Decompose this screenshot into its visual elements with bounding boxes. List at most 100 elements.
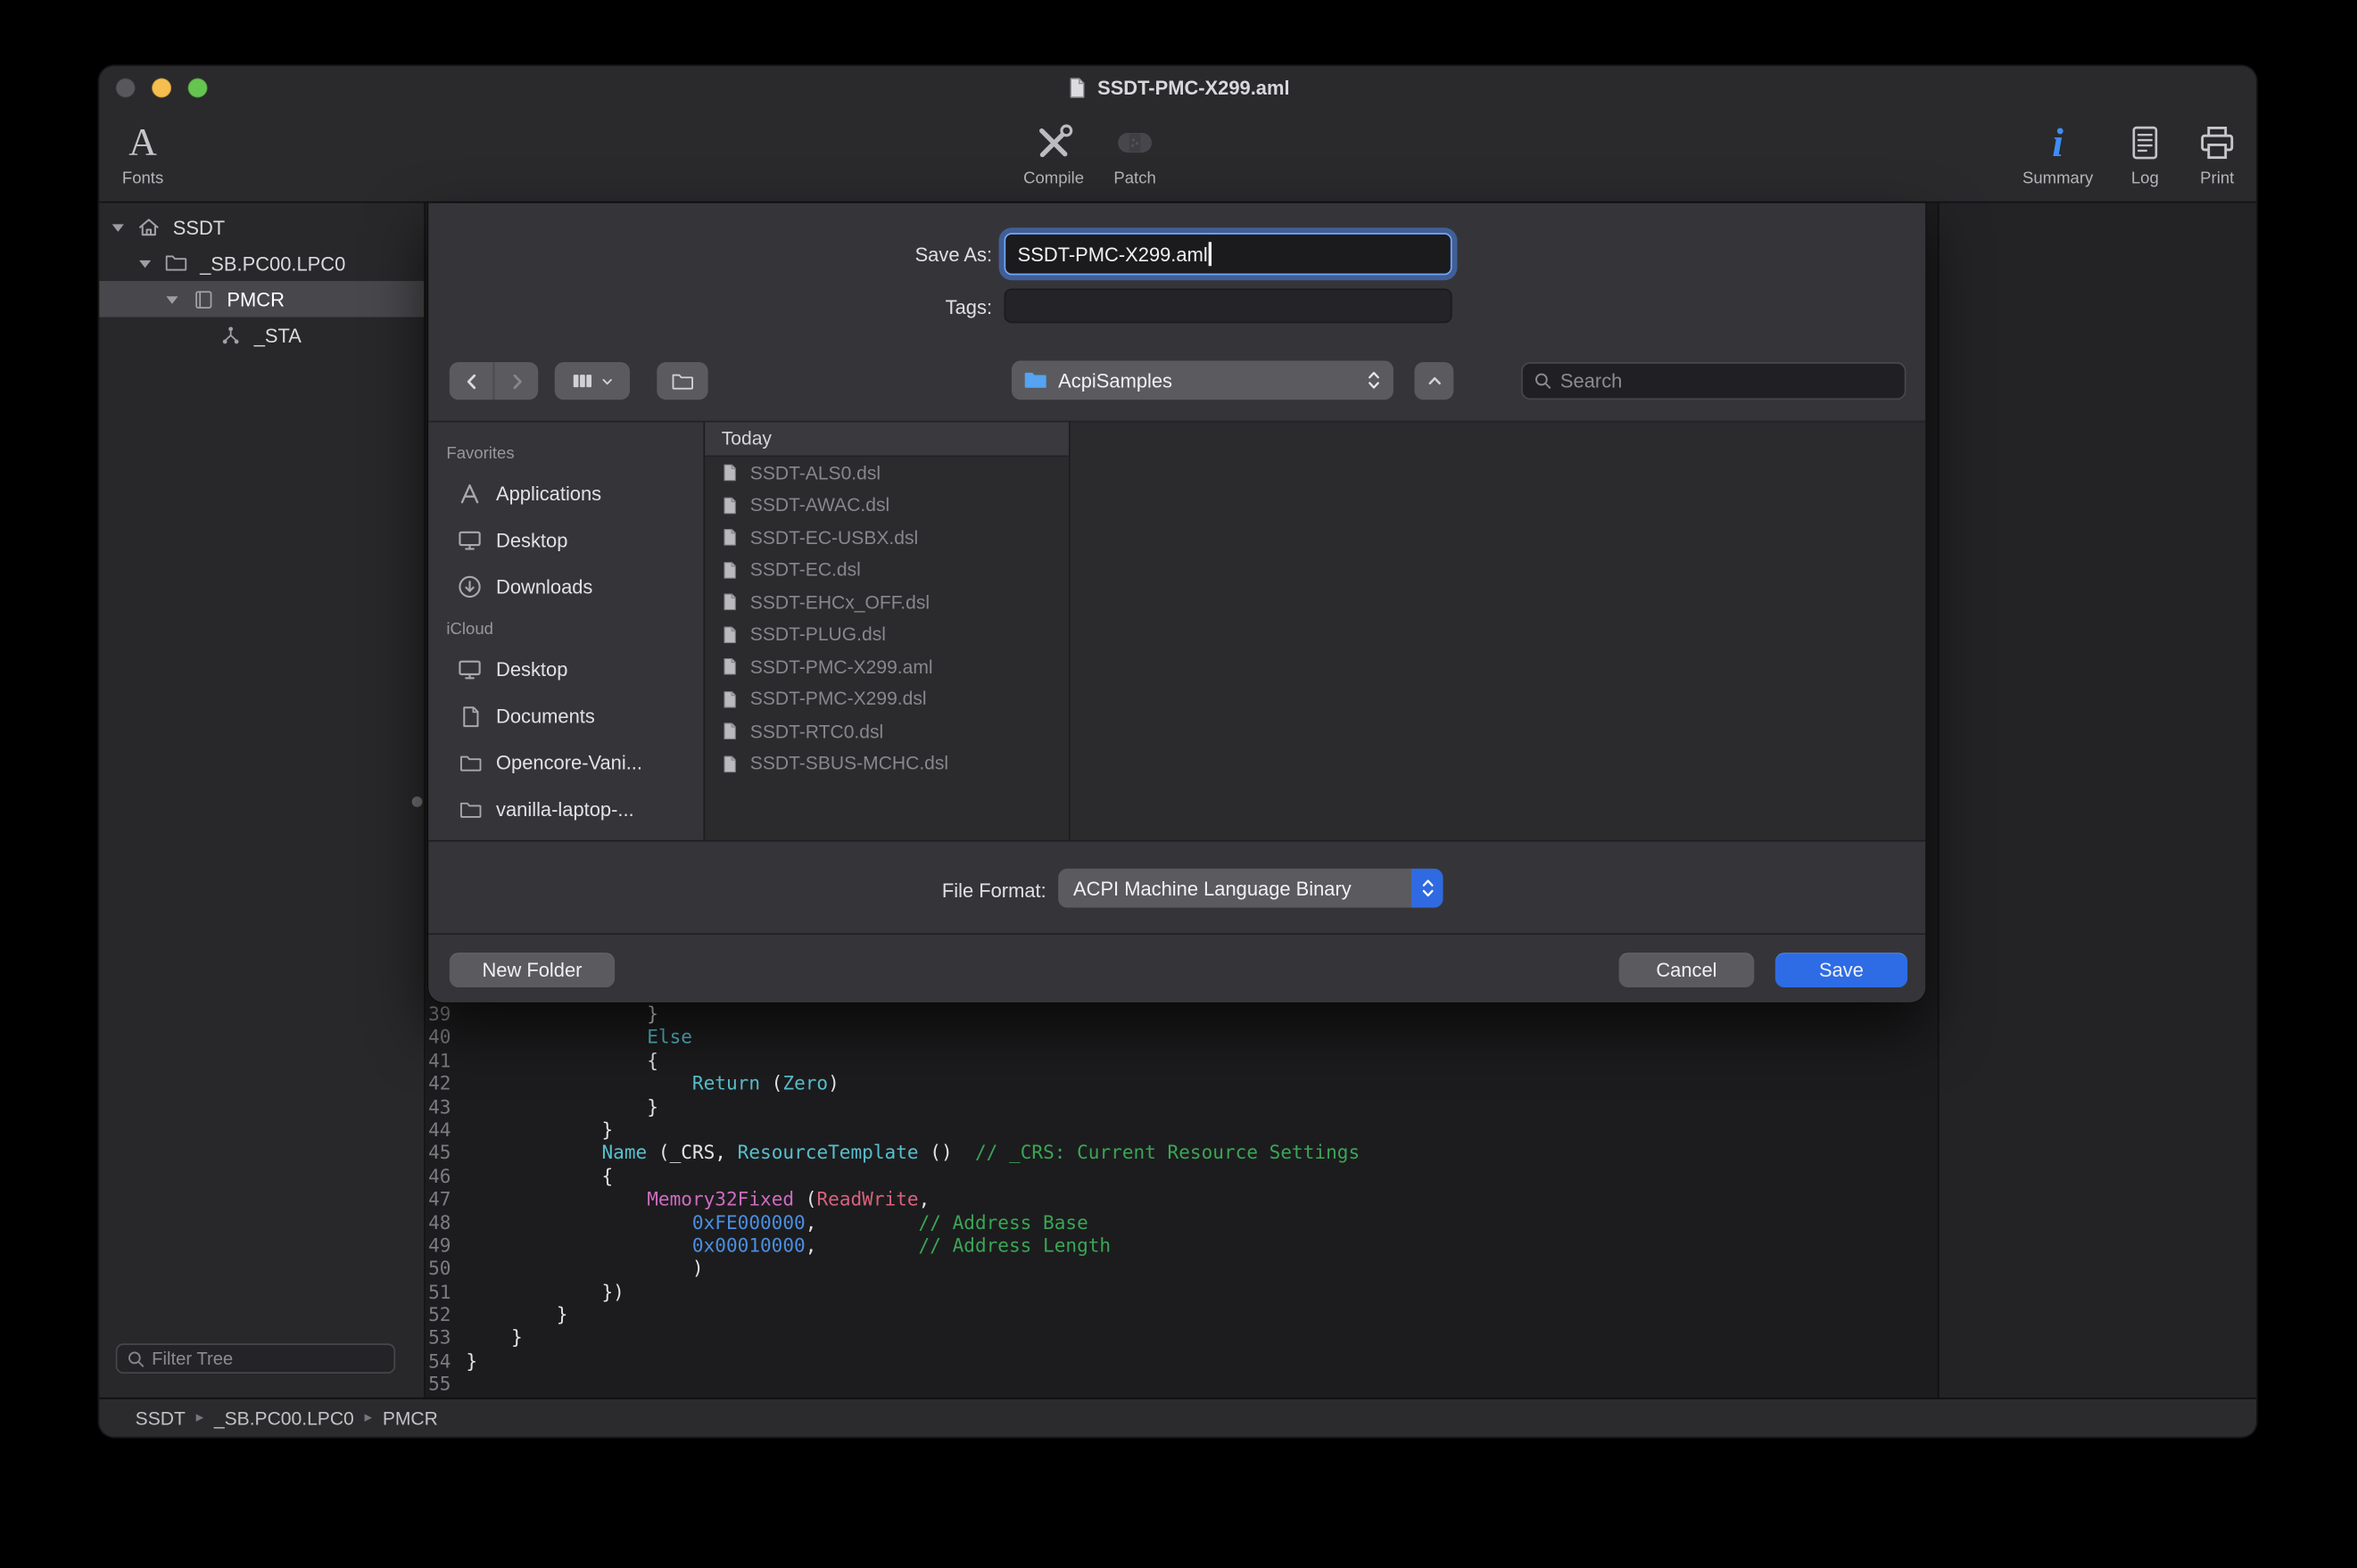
- save-as-input[interactable]: SSDT-PMC-X299.aml: [1005, 233, 1452, 275]
- place-label: Downloads: [496, 575, 592, 598]
- divider: [428, 933, 1925, 935]
- file-row-ssdt-als0-dsl[interactable]: SSDT-ALS0.dsl: [705, 457, 1069, 489]
- file-name: SSDT-SBUS-MCHC.dsl: [750, 754, 948, 775]
- place-item-desktop[interactable]: Desktop: [428, 647, 703, 693]
- line-number: 50: [426, 1257, 451, 1280]
- print-button[interactable]: Print: [2160, 117, 2256, 187]
- breadcrumb-item-pmcr[interactable]: PMCR: [383, 1407, 438, 1429]
- line-number: 49: [426, 1234, 451, 1257]
- document-proxy-icon: [1066, 77, 1088, 99]
- code-line: 49 0x00010000, // Address Length: [426, 1234, 1360, 1257]
- code-line: 40 Else: [426, 1026, 1360, 1049]
- file-row-ssdt-plug-dsl[interactable]: SSDT-PLUG.dsl: [705, 618, 1069, 650]
- desktop: SSDT-PMC-X299.aml A Fonts Compile Patch …: [0, 0, 2357, 1567]
- editor-right-pane: [1938, 202, 2256, 1397]
- tree-item-sta[interactable]: _STA: [99, 318, 424, 353]
- breadcrumb-separator: ▸: [196, 1409, 203, 1426]
- status-bar: SSDT▸_SB.PC00.LPC0▸PMCR: [99, 1398, 2256, 1437]
- line-number: 54: [426, 1349, 451, 1373]
- pane-splitter-handle[interactable]: [412, 796, 423, 807]
- forward-button[interactable]: [493, 362, 539, 400]
- code-line: 41 {: [426, 1049, 1360, 1072]
- dialog-search-field[interactable]: [1521, 362, 1906, 400]
- tree-item-ssdt[interactable]: SSDT: [99, 209, 424, 244]
- file-row-ssdt-pmc-x299-aml[interactable]: SSDT-PMC-X299.aml: [705, 651, 1069, 683]
- dialog-search-input[interactable]: [1560, 369, 1894, 392]
- place-item-documents[interactable]: Documents: [428, 693, 703, 739]
- line-number: 40: [426, 1026, 451, 1049]
- fonts-button[interactable]: A Fonts: [99, 117, 200, 187]
- window-title: SSDT-PMC-X299.aml: [99, 77, 2256, 99]
- place-item-vanilla-laptop[interactable]: vanilla-laptop-...: [428, 786, 703, 832]
- back-button[interactable]: [450, 362, 493, 400]
- info-icon: i: [2052, 120, 2063, 165]
- tags-input[interactable]: [1005, 289, 1452, 324]
- patch-label: Patch: [1113, 169, 1155, 187]
- code-text: 0xFE000000, // Address Base: [451, 1210, 1088, 1234]
- file-format-label: File Format:: [942, 879, 1046, 902]
- file-browser: FavoritesApplicationsDesktopDownloadsiCl…: [428, 421, 1925, 842]
- compile-icon: [1031, 117, 1077, 167]
- place-label: Opencore-Vani...: [496, 751, 642, 773]
- file-row-ssdt-ec-dsl[interactable]: SSDT-EC.dsl: [705, 554, 1069, 586]
- save-button[interactable]: Save: [1775, 953, 1907, 987]
- applications-icon: [457, 481, 483, 507]
- file-row-ssdt-pmc-x299-dsl[interactable]: SSDT-PMC-X299.dsl: [705, 683, 1069, 715]
- breadcrumb-item-sb-pc00-lpc0[interactable]: _SB.PC00.LPC0: [214, 1407, 354, 1429]
- summary-label: Summary: [2022, 169, 2093, 187]
- breadcrumb-item-ssdt[interactable]: SSDT: [136, 1407, 186, 1429]
- save-dialog: Save As: SSDT-PMC-X299.aml Tags: AcpiSam…: [428, 202, 1925, 1002]
- folder-action-button[interactable]: [657, 362, 707, 400]
- location-popup[interactable]: AcpiSamples: [1012, 360, 1394, 400]
- line-number: 53: [426, 1326, 451, 1349]
- compile-label: Compile: [1023, 169, 1084, 187]
- place-item-opencore-vani[interactable]: Opencore-Vani...: [428, 739, 703, 786]
- document-icon: [720, 754, 740, 773]
- place-item-applications[interactable]: Applications: [428, 470, 703, 516]
- titlebar: SSDT-PMC-X299.aml A Fonts Compile Patch …: [99, 66, 2256, 202]
- filter-tree-input[interactable]: [152, 1348, 385, 1369]
- tree-item-label: _STA: [254, 324, 302, 346]
- downloads-icon: [457, 574, 483, 600]
- file-format-popup[interactable]: ACPI Machine Language Binary: [1058, 869, 1443, 908]
- search-icon: [1534, 371, 1553, 391]
- code-text: ): [451, 1257, 703, 1280]
- filter-tree-field[interactable]: [116, 1343, 395, 1374]
- file-name: SSDT-ALS0.dsl: [750, 463, 881, 484]
- line-number: 52: [426, 1303, 451, 1326]
- place-item-desktop[interactable]: Desktop: [428, 517, 703, 564]
- column-divider: [1069, 422, 1071, 839]
- columns-view-icon: [570, 369, 592, 392]
- disclosure-triangle-icon[interactable]: [107, 217, 129, 236]
- disclosure-triangle-icon[interactable]: [134, 253, 156, 273]
- search-icon: [127, 1349, 146, 1368]
- tree-item-pmcr[interactable]: PMCR: [99, 281, 424, 317]
- house-icon: [136, 215, 162, 239]
- code-text: Return (Zero): [451, 1072, 839, 1095]
- file-row-ssdt-rtc0-dsl[interactable]: SSDT-RTC0.dsl: [705, 715, 1069, 747]
- new-folder-button[interactable]: New Folder: [450, 953, 615, 987]
- line-number: 44: [426, 1118, 451, 1141]
- line-number: 39: [426, 1003, 451, 1026]
- place-item-downloads[interactable]: Downloads: [428, 564, 703, 610]
- code-text: }: [451, 1326, 522, 1349]
- code-line: 42 Return (Zero): [426, 1072, 1360, 1095]
- file-name: SSDT-EHCx_OFF.dsl: [750, 591, 930, 613]
- disclosure-triangle-icon[interactable]: [161, 289, 183, 309]
- file-name: SSDT-PLUG.dsl: [750, 624, 886, 646]
- file-row-ssdt-ec-usbx-dsl[interactable]: SSDT-EC-USBX.dsl: [705, 522, 1069, 554]
- file-name: SSDT-PMC-X299.dsl: [750, 689, 927, 710]
- app-window: SSDT-PMC-X299.aml A Fonts Compile Patch …: [99, 66, 2256, 1437]
- cancel-button[interactable]: Cancel: [1619, 953, 1755, 987]
- patch-button[interactable]: Patch: [1078, 117, 1192, 187]
- stepper-chevrons-icon: [1419, 878, 1435, 899]
- file-row-ssdt-ehcx-off-dsl[interactable]: SSDT-EHCx_OFF.dsl: [705, 586, 1069, 618]
- file-row-ssdt-sbus-mchc-dsl[interactable]: SSDT-SBUS-MCHC.dsl: [705, 747, 1069, 780]
- file-row-ssdt-awac-dsl[interactable]: SSDT-AWAC.dsl: [705, 489, 1069, 521]
- view-mode-button[interactable]: [555, 362, 630, 400]
- tree-item-sb-pc00-lpc0[interactable]: _SB.PC00.LPC0: [99, 245, 424, 281]
- up-button[interactable]: [1414, 362, 1453, 400]
- code-line: 51 }): [426, 1280, 1360, 1303]
- place-label: Desktop: [496, 658, 567, 681]
- popup-stepper: [1411, 869, 1443, 908]
